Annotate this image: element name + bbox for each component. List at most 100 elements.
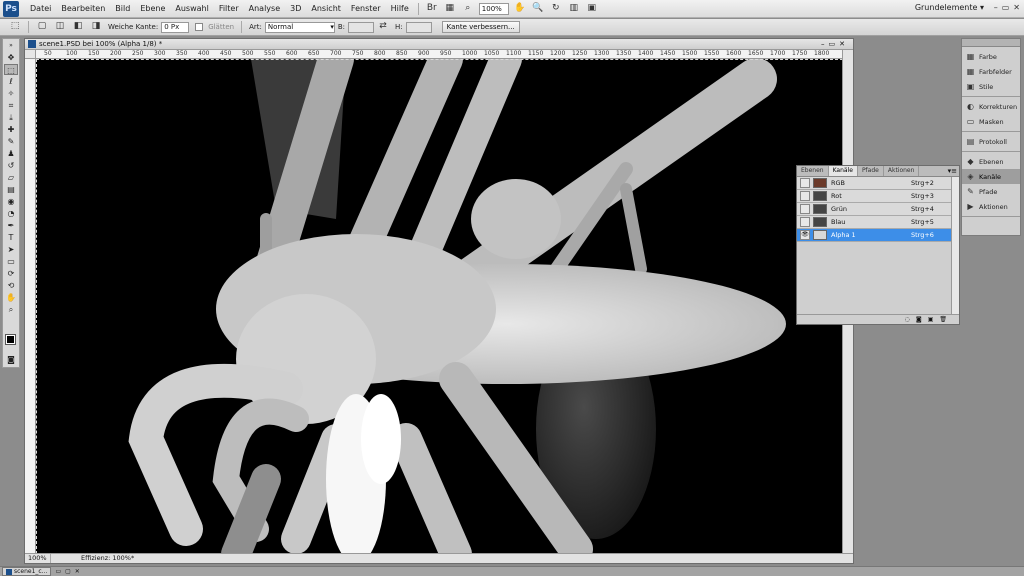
dock-item-kan-le[interactable]: ◈ Kanäle [962, 169, 1020, 184]
vertical-ruler[interactable] [25, 59, 36, 554]
hand-tool-icon[interactable]: ✋ [513, 3, 527, 15]
dock-item-protokoll[interactable]: ▤ Protokoll [962, 134, 1020, 149]
channel-row[interactable]: Grün Strg+4 [797, 203, 959, 216]
rotate-view-icon[interactable]: ↻ [549, 3, 563, 15]
path-selection-icon[interactable]: ➤ [4, 244, 18, 255]
channel-row[interactable]: 👁 Alpha 1 Strg+6 [797, 229, 959, 242]
hand-tool-icon[interactable]: ✋ [4, 292, 18, 303]
screen-mode-icon[interactable]: ▣ [585, 3, 599, 15]
dock-item-aktionen[interactable]: ▶ Aktionen [962, 199, 1020, 214]
healing-brush-icon[interactable]: ✚ [4, 124, 18, 135]
eyedropper-icon[interactable]: ⤓ [4, 112, 18, 123]
eraser-tool-icon[interactable]: ▱ [4, 172, 18, 183]
pen-tool-icon[interactable]: ✒ [4, 220, 18, 231]
horizontal-ruler[interactable]: 50 100 150 200 250 300 350 400 450 500 550 600 650 70… [36, 50, 843, 59]
document-title-bar[interactable]: scene1.PSD bei 100% (Alpha 1/8) * –▭✕ [25, 39, 853, 50]
new-selection-icon[interactable]: ▢ [35, 21, 49, 33]
load-selection-icon[interactable]: ◌ [905, 315, 910, 324]
arrange-documents-icon[interactable]: ▥ [567, 3, 581, 15]
bridge-icon[interactable]: Br [425, 3, 439, 15]
visibility-eye-icon[interactable] [800, 191, 810, 201]
move-tool-icon[interactable]: ✥ [4, 52, 18, 63]
shape-tool-icon[interactable]: ▭ [4, 256, 18, 267]
zoom-level-icon[interactable]: ⌕ [461, 3, 475, 15]
swap-icon[interactable]: ⇄ [376, 21, 390, 33]
restore-icon[interactable]: ▭ [55, 568, 61, 575]
height-input[interactable] [405, 21, 432, 33]
brush-tool-icon[interactable]: ✎ [4, 136, 18, 147]
channel-row[interactable]: Rot Strg+3 [797, 190, 959, 203]
channel-row[interactable]: RGB Strg+2 [797, 177, 959, 190]
menu-bearbeiten[interactable]: Bearbeiten [56, 4, 110, 13]
tab-pfade[interactable]: Pfade [858, 166, 884, 176]
menu-ansicht[interactable]: Ansicht [306, 4, 346, 13]
menu-filter[interactable]: Filter [214, 4, 244, 13]
workspace-switcher[interactable]: Grundelemente ▾ [915, 3, 984, 12]
type-tool-icon[interactable]: T [4, 232, 18, 243]
visibility-eye-icon[interactable] [800, 204, 810, 214]
tab-ebenen[interactable]: Ebenen [797, 166, 829, 176]
menu-hilfe[interactable]: Hilfe [386, 4, 414, 13]
dock-item-pfade[interactable]: ✎ Pfade [962, 184, 1020, 199]
dock-item-farbfelder[interactable]: ▦ Farbfelder [962, 64, 1020, 79]
feather-input[interactable]: 0 Px [161, 21, 190, 33]
menu-fenster[interactable]: Fenster [346, 4, 386, 13]
gradient-tool-icon[interactable]: ▤ [4, 184, 18, 195]
panel-menu-icon[interactable]: ▾≡ [948, 166, 957, 176]
close-icon[interactable]: ✕ [75, 568, 80, 575]
marquee-preset-icon[interactable]: ⬚ [8, 21, 22, 33]
maximize-icon[interactable]: ▢ [65, 568, 71, 575]
menu-bild[interactable]: Bild [110, 4, 135, 13]
menu-3d[interactable]: 3D [285, 4, 306, 13]
zoom-tool-icon[interactable]: 🔍 [531, 3, 545, 15]
style-select[interactable]: Normal ▾ [264, 21, 335, 33]
document-window-controls[interactable]: –▭✕ [821, 39, 849, 49]
blur-tool-icon[interactable]: ◉ [4, 196, 18, 207]
dock-item-korrekturen[interactable]: ◐ Korrekturen [962, 99, 1020, 114]
history-brush-icon[interactable]: ↺ [4, 160, 18, 171]
menu-auswahl[interactable]: Auswahl [170, 4, 213, 13]
menu-ebene[interactable]: Ebene [135, 4, 170, 13]
status-info[interactable]: Effizienz: 100%* [51, 554, 134, 563]
collapse-toolbox-icon[interactable]: » [4, 40, 18, 51]
add-selection-icon[interactable]: ◫ [53, 21, 67, 33]
magic-wand-icon[interactable]: ✧ [4, 88, 18, 99]
channel-list-scrollbar[interactable] [951, 177, 959, 315]
close-icon[interactable]: ✕ [1013, 3, 1020, 12]
3d-rotate-icon[interactable]: ⟳ [4, 268, 18, 279]
tab-kan-le[interactable]: Kanäle [828, 166, 858, 176]
save-selection-icon[interactable]: ◙ [916, 315, 922, 324]
dock-item-masken[interactable]: ▭ Masken [962, 114, 1020, 129]
lasso-tool-icon[interactable]: ℓ [4, 76, 18, 87]
dock-item-farbe[interactable]: ▦ Farbe [962, 49, 1020, 64]
menu-datei[interactable]: Datei [25, 4, 56, 13]
clone-stamp-icon[interactable]: ♟ [4, 148, 18, 159]
delete-channel-icon[interactable]: 🗑 [939, 315, 947, 324]
marquee-tool-icon[interactable]: ⬚ [4, 64, 18, 75]
visibility-eye-icon[interactable]: 👁 [800, 230, 810, 240]
visibility-eye-icon[interactable] [800, 217, 810, 227]
width-input[interactable] [348, 21, 375, 33]
extras-icon[interactable]: ▦ [443, 3, 457, 15]
intersect-selection-icon[interactable]: ◨ [89, 21, 103, 33]
crop-tool-icon[interactable]: ⌗ [4, 100, 18, 111]
tab-aktionen[interactable]: Aktionen [884, 166, 920, 176]
channel-row[interactable]: Blau Strg+5 [797, 216, 959, 229]
minimized-document[interactable]: scene1_c... [2, 567, 52, 576]
zoom-level-input[interactable]: 100% [478, 2, 509, 15]
menu-analyse[interactable]: Analyse [244, 4, 286, 13]
zoom-tool-icon[interactable]: ⌕ [4, 304, 18, 315]
dock-header[interactable] [962, 39, 1020, 47]
refine-edge-button[interactable]: Kante verbessern... [441, 21, 520, 33]
antialias-checkbox[interactable] [195, 23, 204, 31]
status-zoom[interactable]: 100% [25, 554, 51, 563]
maximize-icon[interactable]: ▭ [1002, 3, 1010, 12]
minimize-icon[interactable]: – [994, 3, 998, 12]
dock-item-ebenen[interactable]: ◆ Ebenen [962, 154, 1020, 169]
ruler-origin[interactable] [25, 50, 36, 59]
document-canvas[interactable] [36, 59, 843, 554]
dodge-tool-icon[interactable]: ◔ [4, 208, 18, 219]
new-channel-icon[interactable]: ▣ [928, 315, 934, 324]
foreground-color-swatch[interactable] [5, 334, 16, 345]
visibility-eye-icon[interactable] [800, 178, 810, 188]
